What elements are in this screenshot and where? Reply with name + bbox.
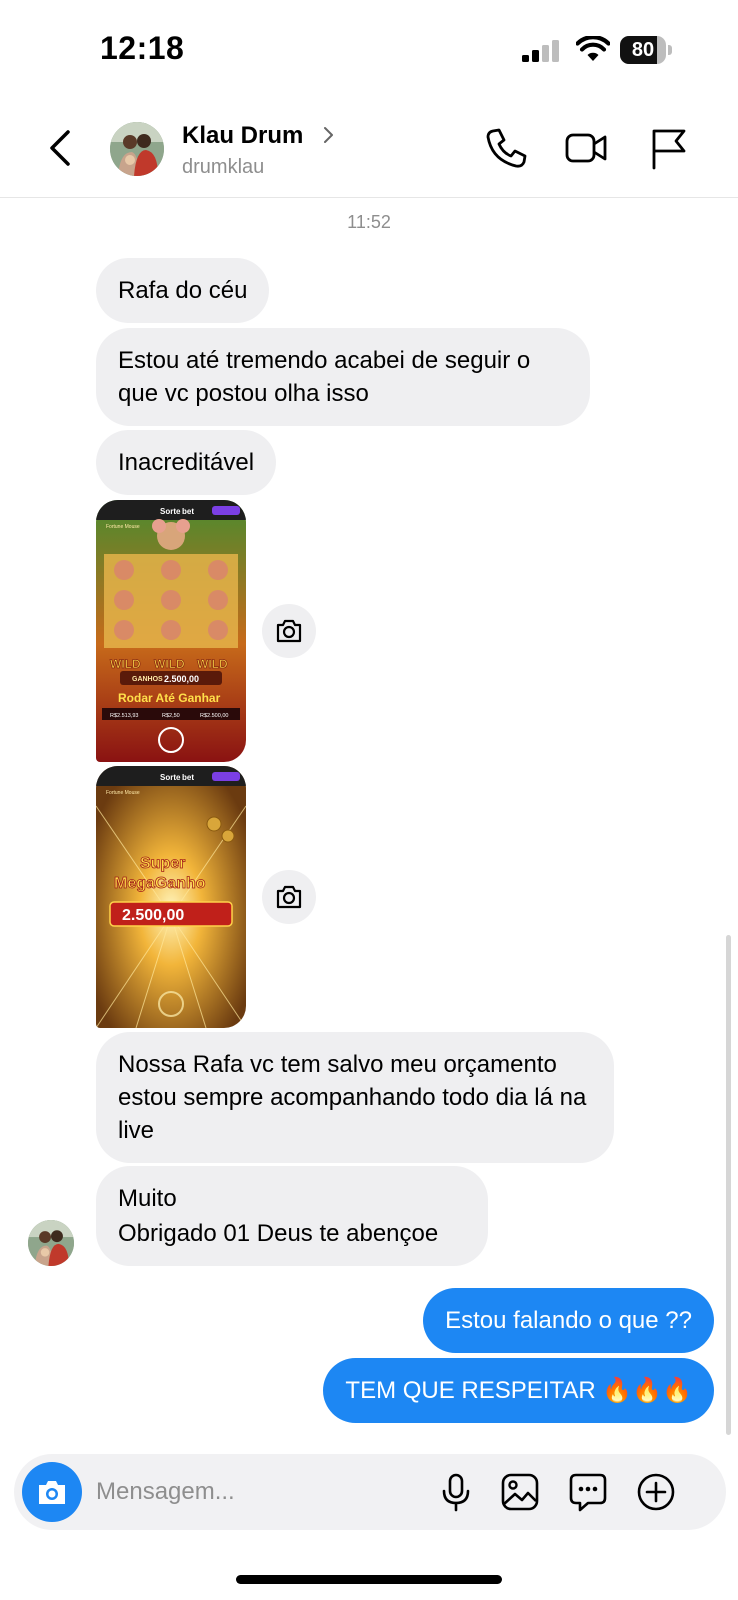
message-composer — [14, 1454, 726, 1530]
battery-level: 80 — [631, 39, 655, 61]
saldo-value: R$2.513,93 — [110, 713, 138, 719]
back-arrow-icon[interactable] — [46, 128, 76, 168]
image-game-caption: Fortune Mouse — [106, 524, 140, 530]
message-line: Muito — [118, 1185, 177, 1212]
spin-button-label: Rodar Até Ganhar — [118, 691, 221, 705]
sticker-icon[interactable] — [568, 1472, 608, 1512]
wild-symbol: WILD — [154, 657, 185, 671]
sender-avatar[interactable] — [28, 1220, 74, 1266]
battery-indicator: 80 — [620, 36, 672, 64]
view-photo-button[interactable] — [262, 870, 316, 924]
message-timestamp: 11:52 — [347, 212, 391, 232]
mega-win-title-line1: Super — [140, 855, 185, 872]
add-icon[interactable] — [636, 1472, 676, 1512]
aposta-value: R$2,50 — [162, 713, 180, 719]
wifi-icon — [576, 36, 610, 61]
camera-button[interactable] — [22, 1462, 82, 1522]
ganho-value: R$2.500,00 — [200, 713, 228, 719]
incoming-message[interactable]: Nossa Rafa vc tem salvo meu orçamento es… — [96, 1032, 614, 1163]
image-message-mega-win[interactable]: Sorte bet Fortune Mouse Super MegaGanho … — [96, 766, 246, 1028]
camera-icon — [276, 885, 302, 909]
video-camera-icon[interactable] — [564, 126, 608, 170]
phone-icon[interactable] — [484, 126, 528, 170]
incoming-message[interactable]: Estou até tremendo acabei de seguir o qu… — [96, 328, 590, 426]
outgoing-message[interactable]: Estou falando o que ?? — [423, 1288, 714, 1353]
incoming-message[interactable]: Rafa do céu — [96, 258, 270, 323]
status-bar: 12:18 80 — [0, 0, 738, 100]
image-brand: Sorte — [160, 507, 181, 516]
gallery-icon[interactable] — [500, 1472, 540, 1512]
contact-username[interactable]: drumklau — [182, 156, 264, 179]
wild-symbol: WILD — [197, 657, 228, 671]
chat-header: Klau Drum drumklau — [0, 100, 738, 198]
camera-icon — [39, 1481, 65, 1504]
image-game-caption: Fortune Mouse — [106, 790, 140, 796]
contact-avatar[interactable] — [110, 122, 164, 176]
image-message-slot-win[interactable]: Sorte bet Fortune Mouse WILD WILD WILD G… — [96, 500, 246, 762]
message-line: Obrigado 01 Deus te abençoe — [118, 1220, 439, 1247]
flag-icon[interactable] — [646, 126, 690, 170]
ganhos-value: 2.500,00 — [164, 674, 199, 684]
incoming-message[interactable]: Inacreditável — [96, 430, 277, 495]
ganhos-label: GANHOS — [132, 676, 163, 683]
mega-win-title-line2: MegaGanho — [114, 875, 206, 892]
wild-symbol: WILD — [110, 657, 141, 671]
outgoing-message[interactable]: TEM QUE RESPEITAR 🔥🔥🔥 — [323, 1358, 714, 1423]
image-brand: Sorte — [160, 773, 181, 782]
battery-icon: 80 — [620, 36, 666, 64]
image-brand-suffix: bet — [182, 507, 194, 516]
home-indicator — [236, 1575, 502, 1584]
view-photo-button[interactable] — [262, 604, 316, 658]
status-time: 12:18 — [100, 30, 185, 66]
scrollbar[interactable] — [726, 935, 731, 1435]
incoming-message[interactable]: Muito Obrigado 01 Deus te abençoe — [96, 1166, 488, 1266]
cellular-signal-icon — [522, 40, 559, 62]
microphone-icon[interactable] — [436, 1472, 476, 1512]
battery-tip — [668, 45, 672, 55]
contact-name[interactable]: Klau Drum — [182, 122, 303, 150]
message-input[interactable] — [96, 1474, 426, 1510]
image-brand-suffix: bet — [182, 773, 194, 782]
mega-win-value: 2.500,00 — [122, 907, 184, 924]
camera-icon — [276, 619, 302, 643]
chevron-right-icon[interactable] — [322, 124, 336, 146]
